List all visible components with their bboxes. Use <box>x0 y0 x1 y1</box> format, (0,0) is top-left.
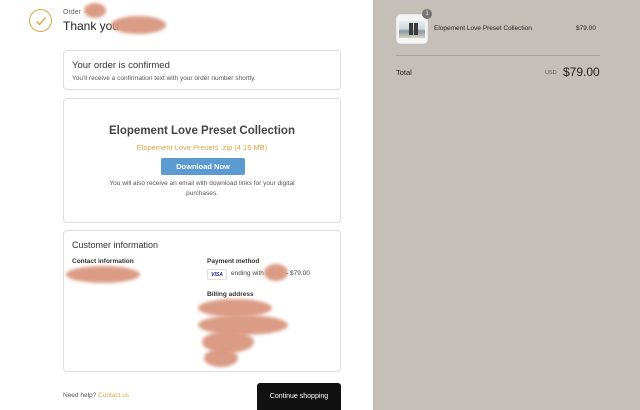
customer-information-card: Customer information Contact information… <box>63 230 341 372</box>
check-circle-icon <box>29 9 52 32</box>
redacted-customer-name <box>111 16 166 34</box>
order-number-label: Order <box>63 9 81 16</box>
redacted-order-number <box>84 3 106 18</box>
total-amount: $79.00 <box>563 65 600 79</box>
download-product-title: Elopement Love Preset Collection <box>109 125 295 137</box>
quantity-badge: 1 <box>422 9 432 19</box>
contact-us-link[interactable]: Contact us <box>98 392 129 399</box>
continue-shopping-button[interactable]: Continue shopping <box>257 383 341 410</box>
summary-divider <box>396 55 600 56</box>
need-help-label: Need help? <box>63 392 97 399</box>
order-confirmed-text: You'll receive a confirmation text with … <box>72 75 256 82</box>
summary-product-price: $79.00 <box>576 25 596 32</box>
summary-product-name: Elopement Love Preset Collection <box>434 25 532 32</box>
download-now-button[interactable]: Download Now <box>161 158 245 175</box>
download-file-name: Elopement Love Presets .zip (4.16 MB) <box>136 143 268 152</box>
product-thumbnail <box>396 14 428 44</box>
redacted-billing-address-line-4 <box>204 349 238 367</box>
order-summary-sidebar: 1 Elopement Love Preset Collection $79.0… <box>373 0 640 410</box>
order-status-main: Order Thank you Your order is confirmed … <box>0 0 373 410</box>
payment-method-label: Payment method <box>207 258 260 265</box>
download-card: Elopement Love Preset Collection Elopeme… <box>63 98 341 223</box>
payment-amount: - $79.00 <box>286 270 310 277</box>
contact-information-label: Contact information <box>72 258 134 265</box>
total-label: Total <box>396 68 412 77</box>
redacted-contact-information <box>66 266 140 283</box>
redacted-billing-address-line-2 <box>198 315 288 335</box>
order-confirmed-heading: Your order is confirmed <box>72 60 170 71</box>
download-email-note: You will also receive an email with down… <box>109 180 295 197</box>
visa-card-icon: VISA <box>207 269 227 280</box>
order-confirmed-card: Your order is confirmed You'll receive a… <box>63 50 341 90</box>
redacted-card-digits <box>264 264 288 281</box>
product-photo-figure <box>414 23 418 35</box>
help-text: Need help? Contact us <box>63 392 129 399</box>
billing-address-label: Billing address <box>207 291 254 298</box>
product-photo-figure <box>409 23 413 35</box>
currency-code: USD <box>545 70 557 76</box>
customer-information-heading: Customer information <box>72 240 159 250</box>
card-ending-text: ending with <box>231 270 264 277</box>
